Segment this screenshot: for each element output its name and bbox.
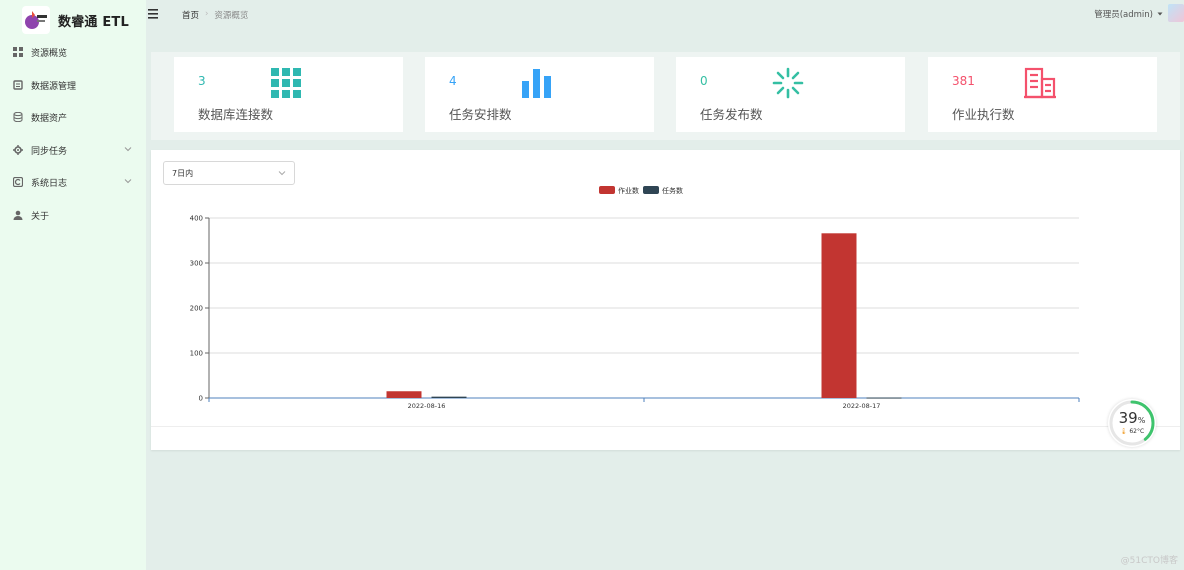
cpu-usage-gauge[interactable]: 39% 🌡 62°C <box>1108 399 1156 447</box>
database-manage-icon <box>13 80 23 90</box>
sidebar-item-datasource-manage[interactable]: 数据源管理 <box>0 74 146 96</box>
database-icon <box>13 112 23 122</box>
stat-value: 0 <box>700 74 708 88</box>
stat-label: 数据库连接数 <box>198 107 274 122</box>
chart-grid <box>209 217 1079 354</box>
x-tick-label: 2022-08-16 <box>408 402 446 410</box>
y-tick-label: 200 <box>190 305 203 313</box>
gauge-value: 39% <box>1108 408 1156 427</box>
sidebar-item-label: 同步任务 <box>31 147 68 157</box>
dashboard-grid-icon <box>13 47 23 57</box>
chart-legend: 作业数 任务数 <box>599 186 683 195</box>
watermark: @51CTO博客 <box>1120 556 1178 566</box>
app-logo[interactable]: 数睿通 ETL <box>22 4 146 36</box>
stat-value: 3 <box>198 74 206 88</box>
chart-bars <box>386 233 902 399</box>
gauge-temp: 62°C <box>1129 428 1145 435</box>
sidebar-item-label: 资源概览 <box>31 49 68 59</box>
bar-任务数-2022-08-16 <box>431 396 467 398</box>
breadcrumb-home[interactable]: 首页 <box>182 9 199 21</box>
panel-divider <box>151 426 1180 427</box>
chevron-down-icon <box>124 147 132 152</box>
bar-作业数-2022-08-17 <box>821 233 857 398</box>
sidebar-item-label: 数据资产 <box>31 114 68 124</box>
bar-chart-icon <box>522 69 551 98</box>
app-title: 数睿通 ETL <box>58 14 129 30</box>
stat-card-db-connections[interactable]: 3 数据库连接数 <box>174 57 403 132</box>
legend-swatch <box>643 186 659 194</box>
chart-panel: 7日内 作业数 任务数 0 100 200 300 400 2022-08-16 2022-… <box>151 150 1180 450</box>
legend-swatch <box>599 186 615 194</box>
gear-icon <box>13 145 23 155</box>
hamburger-menu-icon[interactable] <box>148 8 160 20</box>
x-tick-label: 2022-08-17 <box>843 402 881 410</box>
sidebar-item-data-assets[interactable]: 数据资产 <box>0 106 146 128</box>
sidebar-item-sync-tasks[interactable]: 同步任务 <box>0 139 146 161</box>
y-axis: 0 100 200 300 400 <box>190 215 210 403</box>
user-icon <box>13 210 23 220</box>
gauge-unit: % <box>1137 416 1146 425</box>
chevron-down-icon <box>124 179 132 184</box>
x-axis: 2022-08-16 2022-08-17 <box>208 397 1080 410</box>
stat-label: 任务安排数 <box>449 107 512 122</box>
bar-作业数-2022-08-16 <box>386 391 422 398</box>
stat-label: 作业执行数 <box>952 107 1015 122</box>
gauge-temp-row: 🌡 62°C <box>1108 428 1156 435</box>
caret-down-icon <box>1157 12 1163 16</box>
sidebar-item-about[interactable]: 关于 <box>0 204 146 226</box>
breadcrumb-separator: › <box>205 9 209 19</box>
sidebar-item-label: 系统日志 <box>31 179 68 189</box>
top-header: 首页 › 资源概览 管理员(admin) <box>146 0 1184 32</box>
thermometer-icon: 🌡 <box>1119 428 1128 435</box>
breadcrumb-current: 资源概览 <box>214 11 249 21</box>
logo-icon <box>22 6 50 34</box>
sidebar-item-label: 关于 <box>31 212 50 222</box>
sidebar-item-system-logs[interactable]: 系统日志 <box>0 171 146 193</box>
bar-任务数-2022-08-17 <box>866 397 902 399</box>
grid-icon <box>271 68 301 98</box>
breadcrumb: 首页 › 资源概览 <box>182 9 248 21</box>
sidebar: 数睿通 ETL 资源概览 数据源管理 数据资产 同步任务 系统日志 关于 <box>0 0 146 570</box>
sidebar-item-label: 数据源管理 <box>31 82 77 92</box>
building-icon <box>1024 67 1056 99</box>
username: 管理员(admin) <box>1094 10 1153 20</box>
legend-label: 任务数 <box>662 186 683 195</box>
stat-card-task-releases[interactable]: 0 任务发布数 <box>676 57 905 132</box>
sidebar-item-resource-overview[interactable]: 资源概览 <box>0 41 146 63</box>
bar-chart: 作业数 任务数 0100200300400 2022-08-16 2022-08-1… <box>190 186 1080 410</box>
stat-card-job-executions[interactable]: 381 作业执行数 <box>928 57 1157 132</box>
stat-label: 任务发布数 <box>700 107 763 122</box>
y-tick-label: 0 <box>199 395 203 403</box>
y-tick-label: 300 <box>190 260 203 268</box>
log-icon <box>13 177 23 187</box>
loading-spinner-icon <box>772 67 804 99</box>
stat-card-task-schedules[interactable]: 4 任务安排数 <box>425 57 654 132</box>
gauge-percent: 39 <box>1118 409 1138 427</box>
avatar[interactable] <box>1168 4 1184 22</box>
stat-value: 4 <box>449 74 457 88</box>
legend-label: 作业数 <box>618 186 639 195</box>
stat-value: 381 <box>952 74 975 88</box>
y-tick-label: 400 <box>190 215 203 223</box>
stats-section: 3 数据库连接数 4 任务安排数 0 任务发布数 381 作业执行数 <box>151 52 1180 140</box>
user-menu[interactable]: 管理员(admin) <box>1094 8 1164 20</box>
y-tick-label: 100 <box>190 350 203 358</box>
